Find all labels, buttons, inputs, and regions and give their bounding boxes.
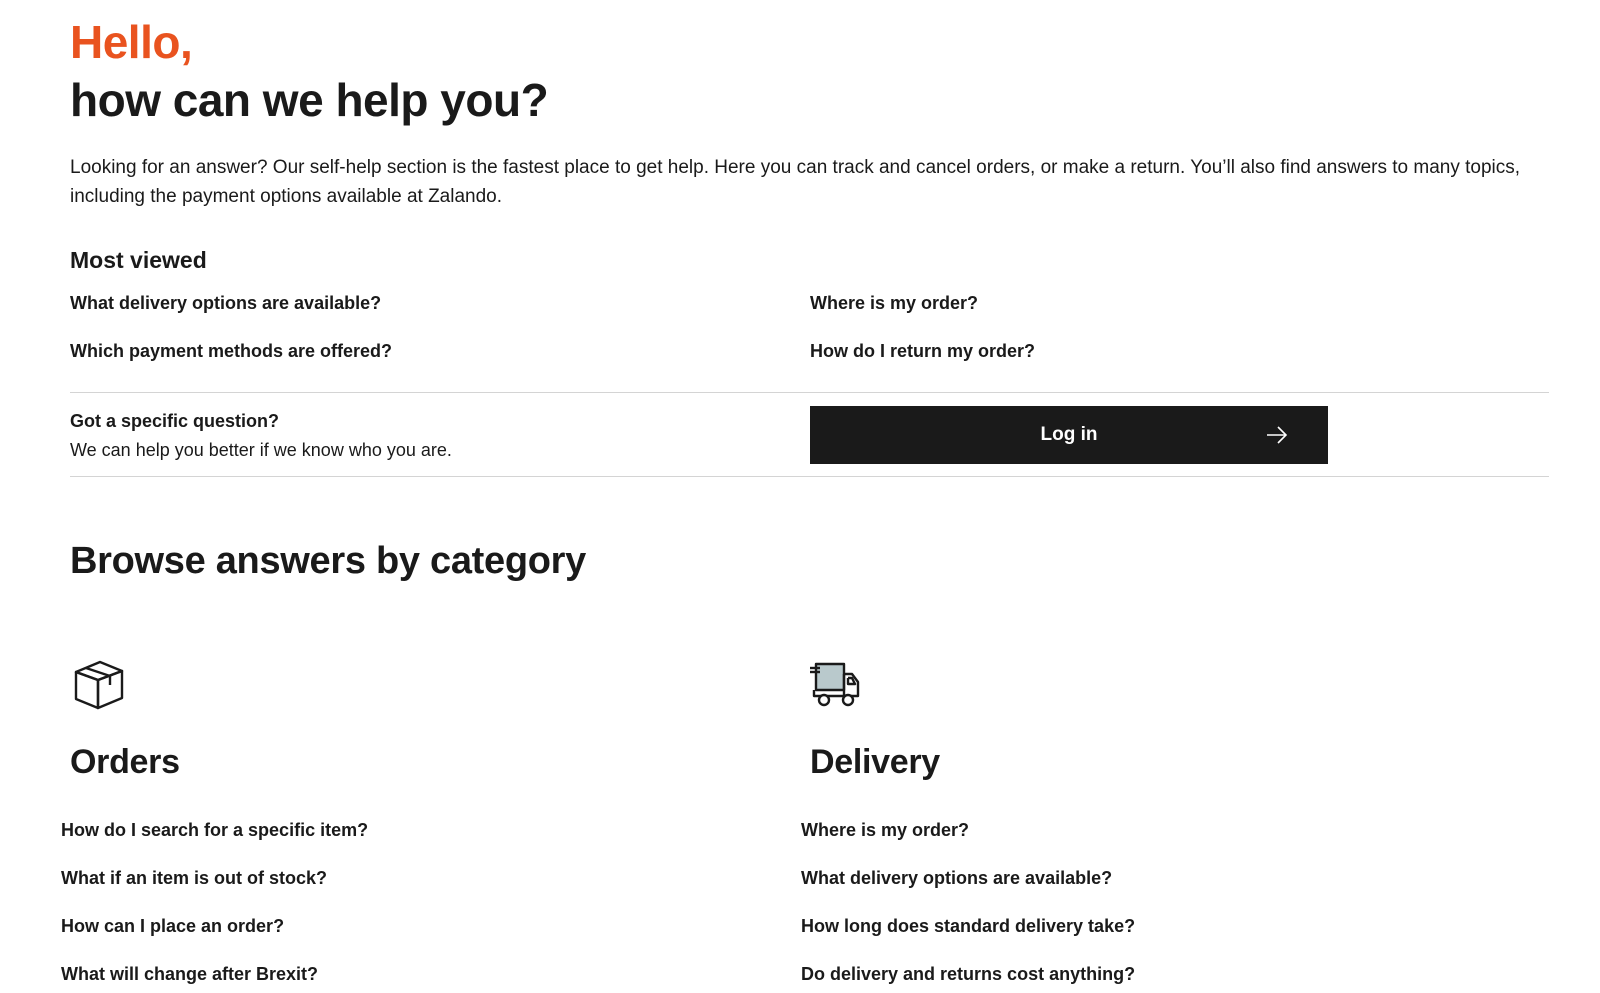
divider-top bbox=[70, 392, 1549, 393]
most-viewed-link-delivery-options[interactable]: What delivery options are available? bbox=[70, 291, 381, 315]
specific-question-subtitle: We can help you better if we know who yo… bbox=[70, 440, 452, 460]
orders-link-search-item[interactable]: How do I search for a specific item? bbox=[61, 818, 368, 842]
orders-link-brexit[interactable]: What will change after Brexit? bbox=[61, 962, 318, 986]
page-title: how can we help you? bbox=[70, 74, 549, 126]
most-viewed-link-return-order[interactable]: How do I return my order? bbox=[810, 339, 1035, 363]
help-page: Hello, how can we help you? Looking for … bbox=[0, 0, 1600, 993]
delivery-link-where-order[interactable]: Where is my order? bbox=[801, 818, 969, 842]
browse-categories-heading: Browse answers by category bbox=[70, 540, 586, 582]
orders-link-out-of-stock[interactable]: What if an item is out of stock? bbox=[61, 866, 327, 890]
greeting-text: Hello, bbox=[70, 16, 193, 68]
arrow-right-icon bbox=[1267, 426, 1288, 444]
divider-bottom bbox=[70, 476, 1549, 477]
package-box-icon bbox=[74, 660, 124, 710]
most-viewed-heading: Most viewed bbox=[70, 247, 207, 273]
delivery-link-delivery-options[interactable]: What delivery options are available? bbox=[801, 866, 1112, 890]
delivery-link-returns-cost[interactable]: Do delivery and returns cost anything? bbox=[801, 962, 1135, 986]
intro-paragraph: Looking for an answer? Our self-help sec… bbox=[70, 157, 1521, 207]
most-viewed-link-payment-methods[interactable]: Which payment methods are offered? bbox=[70, 339, 392, 363]
delivery-truck-icon bbox=[810, 662, 860, 707]
login-button-label: Log in bbox=[1040, 424, 1098, 445]
orders-link-place-order[interactable]: How can I place an order? bbox=[61, 914, 284, 938]
category-title-delivery[interactable]: Delivery bbox=[810, 740, 940, 784]
most-viewed-link-where-order[interactable]: Where is my order? bbox=[810, 291, 978, 315]
login-button[interactable]: Log in bbox=[810, 406, 1328, 464]
delivery-link-standard-time[interactable]: How long does standard delivery take? bbox=[801, 914, 1135, 938]
specific-question-title: Got a specific question? bbox=[70, 411, 280, 431]
category-title-orders[interactable]: Orders bbox=[70, 740, 180, 784]
